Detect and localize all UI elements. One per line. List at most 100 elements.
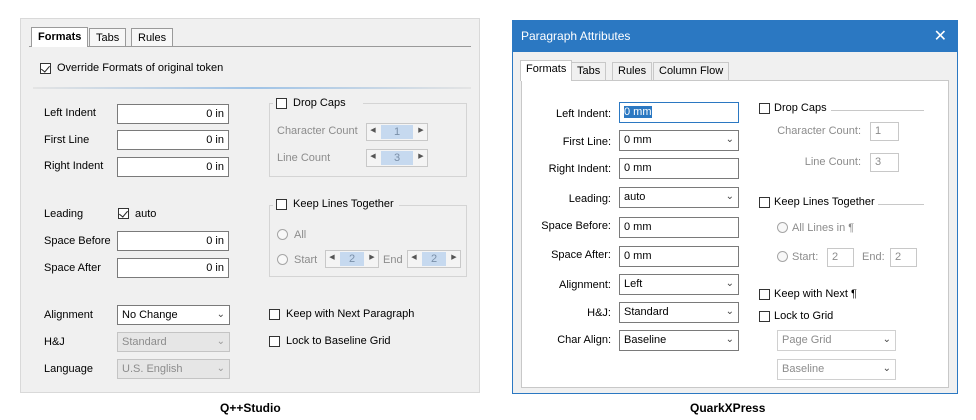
- right-indent-label: Right Indent:: [548, 163, 611, 175]
- keep-lines-label: Keep Lines Together: [774, 196, 875, 208]
- keep-lines-checkbox[interactable]: [276, 199, 287, 210]
- tab-tabs[interactable]: Tabs: [89, 28, 127, 46]
- drop-caps-checkbox[interactable]: [276, 98, 287, 109]
- lock-to-grid-label: Lock to Grid: [774, 310, 834, 322]
- grid-align-value: Baseline: [782, 363, 825, 375]
- start-label: Start:: [792, 251, 819, 263]
- lock-to-grid-checkbox[interactable]: [759, 311, 770, 322]
- start-radio[interactable]: [777, 251, 788, 262]
- increment-icon[interactable]: ▶: [448, 253, 460, 261]
- drop-caps-checkbox[interactable]: [759, 103, 770, 114]
- quark-dialog: Paragraph Attributes ✕ Formats Tabs Rule…: [512, 20, 958, 394]
- chevron-down-icon: ⌄: [725, 278, 734, 289]
- increment-icon[interactable]: ▶: [366, 253, 378, 261]
- close-icon[interactable]: ✕: [934, 26, 947, 46]
- chevron-down-icon: ⌄: [216, 309, 225, 320]
- keep-with-next-label: Keep with Next Paragraph: [286, 308, 415, 320]
- lock-baseline-grid-checkbox[interactable]: [269, 336, 280, 347]
- chevron-down-icon: ⌄: [725, 134, 734, 145]
- character-count-value: 1: [381, 125, 413, 139]
- space-before-input[interactable]: 0 mm: [619, 217, 739, 238]
- all-lines-radio[interactable]: [277, 229, 288, 240]
- left-indent-input[interactable]: 0 mm: [619, 102, 739, 123]
- keep-with-next-checkbox[interactable]: [269, 309, 280, 320]
- end-stepper[interactable]: ◀ 2 ▶: [407, 250, 461, 268]
- all-lines-label: All Lines in ¶: [792, 222, 855, 234]
- drop-caps-label: Drop Caps: [293, 97, 346, 109]
- alignment-select[interactable]: Left ⌄: [619, 274, 739, 295]
- char-align-label: Char Align:: [557, 334, 611, 346]
- tab-column-flow[interactable]: Column Flow: [653, 62, 730, 80]
- alignment-value: Left: [624, 278, 643, 290]
- hj-select[interactable]: Standard ⌄: [619, 302, 739, 323]
- end-label: End:: [862, 251, 885, 263]
- language-select[interactable]: U.S. English ⌄: [117, 359, 230, 379]
- right-indent-input[interactable]: 0 in: [117, 157, 229, 177]
- chevron-down-icon: ⌄: [882, 334, 891, 345]
- tab-formats[interactable]: Formats: [31, 27, 89, 47]
- chevron-down-icon: ⌄: [725, 306, 734, 317]
- decrement-icon[interactable]: ◀: [367, 152, 379, 160]
- chevron-down-icon: ⌄: [725, 191, 734, 202]
- dialog-title: Paragraph Attributes: [521, 29, 631, 43]
- line-count-label: Line Count:: [804, 156, 861, 168]
- character-count-label: Character Count: [277, 125, 358, 137]
- hj-select[interactable]: Standard ⌄: [117, 332, 230, 352]
- char-align-select[interactable]: Baseline ⌄: [619, 330, 739, 351]
- left-indent-input[interactable]: 0 in: [117, 104, 229, 124]
- start-input[interactable]: 2: [827, 248, 854, 267]
- tab-formats[interactable]: Formats: [520, 60, 573, 81]
- leading-auto-checkbox[interactable]: [118, 208, 129, 219]
- hj-label: H&J:: [587, 307, 611, 319]
- grid-type-select[interactable]: Page Grid ⌄: [777, 330, 896, 351]
- override-formats-checkbox[interactable]: [40, 63, 51, 74]
- increment-icon[interactable]: ▶: [415, 152, 427, 160]
- chevron-down-icon: ⌄: [725, 334, 734, 345]
- drop-caps-label: Drop Caps: [774, 102, 827, 114]
- space-before-input[interactable]: 0 in: [117, 231, 229, 251]
- leading-label: Leading: [44, 208, 84, 220]
- line-count-stepper[interactable]: ◀ 3 ▶: [366, 149, 428, 167]
- space-after-input[interactable]: 0 mm: [619, 246, 739, 267]
- decrement-icon[interactable]: ◀: [367, 126, 379, 134]
- hj-value: Standard: [122, 336, 167, 348]
- character-count-input[interactable]: 1: [870, 122, 899, 141]
- character-count-stepper[interactable]: ◀ 1 ▶: [366, 123, 428, 141]
- leading-auto-label: auto: [135, 208, 157, 220]
- increment-icon[interactable]: ▶: [415, 126, 427, 134]
- language-value: U.S. English: [122, 363, 183, 375]
- grid-align-select[interactable]: Baseline ⌄: [777, 359, 896, 380]
- tab-tabs[interactable]: Tabs: [571, 62, 607, 80]
- alignment-label: Alignment: [44, 309, 93, 321]
- right-indent-input[interactable]: 0 mm: [619, 158, 739, 179]
- decrement-icon[interactable]: ◀: [408, 253, 420, 261]
- end-input[interactable]: 2: [890, 248, 917, 267]
- override-formats-label: Override Formats of original token: [57, 62, 224, 74]
- line-count-input[interactable]: 3: [870, 153, 899, 172]
- decrement-icon[interactable]: ◀: [326, 253, 338, 261]
- alignment-value: No Change: [122, 309, 178, 321]
- leading-select[interactable]: auto ⌄: [619, 187, 739, 208]
- space-after-input[interactable]: 0 in: [117, 258, 229, 278]
- start-stepper[interactable]: ◀ 2 ▶: [325, 250, 379, 268]
- title-bar: Paragraph Attributes ✕: [513, 21, 957, 52]
- line-count-label: Line Count: [277, 152, 331, 164]
- grid-type-value: Page Grid: [782, 334, 832, 346]
- keep-with-next-checkbox[interactable]: [759, 289, 770, 300]
- chevron-down-icon: ⌄: [216, 363, 225, 374]
- tab-rules[interactable]: Rules: [131, 28, 174, 46]
- first-line-select[interactable]: 0 mm ⌄: [619, 130, 739, 151]
- hj-value: Standard: [624, 306, 669, 318]
- language-label: Language: [44, 363, 93, 375]
- lock-baseline-grid-label: Lock to Baseline Grid: [286, 335, 391, 347]
- quark-caption: QuarkXPress: [690, 401, 766, 415]
- qstudio-dialog: Formats Tabs Rules Override Formats of o…: [20, 18, 480, 393]
- alignment-select[interactable]: No Change ⌄: [117, 305, 230, 325]
- keep-lines-label: Keep Lines Together: [293, 198, 394, 210]
- all-lines-radio[interactable]: [777, 222, 788, 233]
- keep-lines-checkbox[interactable]: [759, 197, 770, 208]
- first-line-input[interactable]: 0 in: [117, 130, 229, 150]
- start-radio[interactable]: [277, 254, 288, 265]
- chevron-down-icon: ⌄: [882, 363, 891, 374]
- tab-rules[interactable]: Rules: [612, 62, 653, 80]
